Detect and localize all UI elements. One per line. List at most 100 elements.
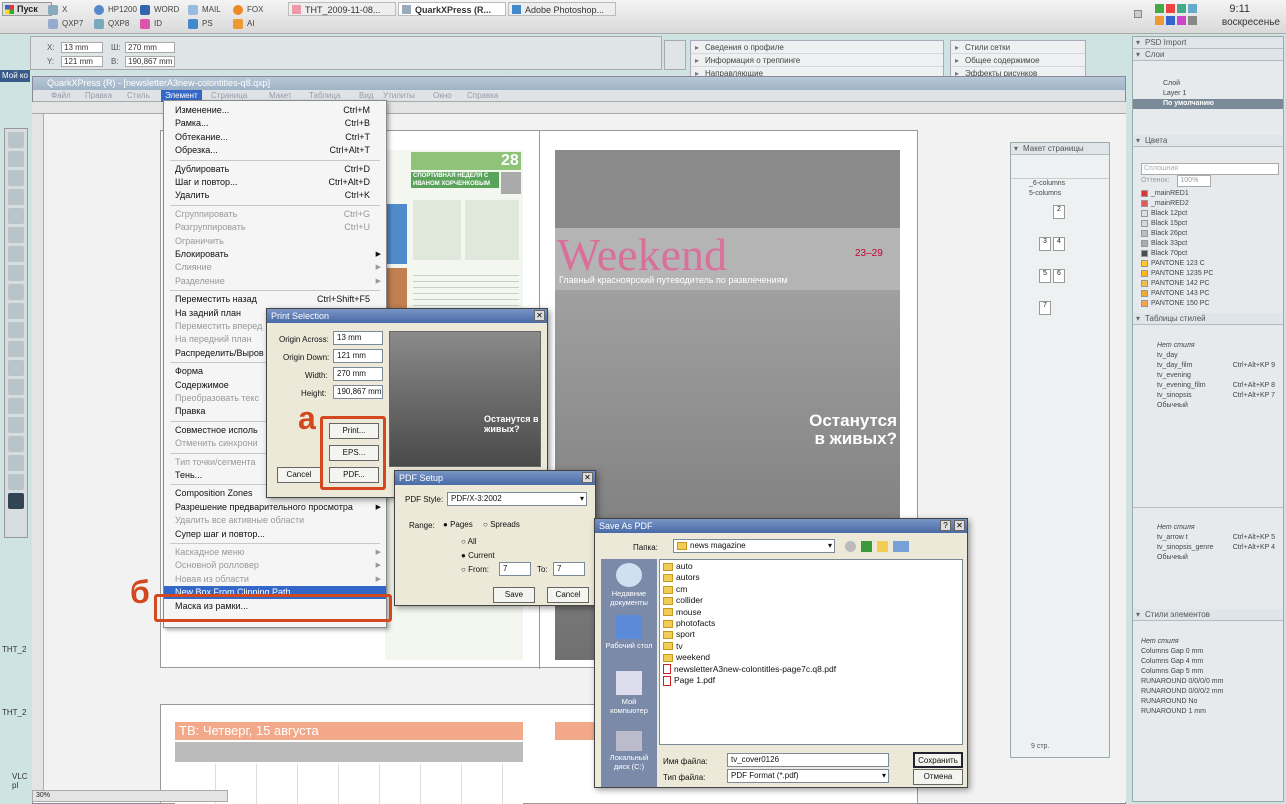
places-recent[interactable]: Недавние документы (603, 563, 655, 607)
oval-box-tool-icon[interactable] (8, 265, 24, 281)
style-row[interactable]: tv_sinopsis_genre Ctrl+Alt+KP 4 (1133, 543, 1283, 553)
page-thumb[interactable]: 5 (1039, 269, 1051, 283)
folder-item[interactable]: auto (663, 561, 959, 572)
menu-item[interactable]: Разделение ▶ (164, 275, 386, 288)
panel-title[interactable]: Макет страницы (1011, 143, 1109, 155)
colors-title[interactable]: Цвета (1133, 135, 1283, 147)
folder-item[interactable]: mouse (663, 607, 959, 618)
menu-item[interactable]: Обрезка... Ctrl+Alt+T (164, 144, 386, 157)
tray-icon[interactable] (1166, 4, 1175, 13)
master-page[interactable]: _6-columns (1011, 179, 1109, 189)
task-photoshop[interactable]: Adobe Photoshop... (508, 2, 616, 16)
file-item[interactable]: Page 1.pdf (663, 675, 959, 686)
color-row[interactable]: PANTONE 150 PC (1133, 299, 1283, 309)
item-style-row[interactable]: RUNAROUND 1 mm (1133, 707, 1283, 717)
tray-icon[interactable] (1155, 16, 1164, 25)
quick-launch-ps[interactable]: PS (188, 17, 213, 31)
places-desktop[interactable]: Рабочий стол (603, 615, 655, 650)
origin-across-field[interactable]: 13 mm (333, 331, 383, 345)
item-tool-icon[interactable] (8, 132, 24, 148)
rect-box-tool-icon[interactable] (8, 246, 24, 262)
style-row[interactable]: Обычный (1133, 553, 1283, 563)
dialog-title[interactable]: Print Selection ✕ (267, 309, 547, 323)
style-row[interactable]: tv_evening (1133, 371, 1283, 381)
menu-item[interactable]: Разгруппировать Ctrl+U (164, 221, 386, 234)
tint-field[interactable]: 100% (1177, 175, 1212, 187)
quick-launch-ai[interactable]: AI (233, 17, 255, 31)
tray-menu-icon[interactable] (1134, 10, 1142, 18)
close-icon[interactable]: ✕ (582, 472, 593, 483)
bezier-tool-icon[interactable] (8, 284, 24, 300)
folder-item[interactable]: sport (663, 629, 959, 640)
fill-type-select[interactable]: Сплошная (1141, 163, 1279, 175)
dropdown-arrow-icon[interactable]: ▾ (580, 493, 584, 505)
style-row[interactable]: Нет стиля (1133, 341, 1283, 351)
menu-help[interactable]: Справка (467, 90, 498, 102)
desktop-file-label[interactable]: THT_2 (2, 708, 26, 717)
master-page[interactable]: 5-columns (1011, 189, 1109, 199)
color-row[interactable]: _mainRED2 (1133, 199, 1283, 209)
menu-item[interactable]: Основной ролловер ▶ (164, 559, 386, 572)
menu-item[interactable]: Дублировать Ctrl+D (164, 163, 386, 176)
item-style-row[interactable]: RUNAROUND 0/0/0/2 mm (1133, 687, 1283, 697)
zoom-tool-icon[interactable] (8, 208, 24, 224)
item-style-row[interactable]: RUNAROUND No (1133, 697, 1283, 707)
task-quark[interactable]: QuarkXPress (R... (398, 2, 506, 16)
quick-launch-x[interactable]: X (48, 3, 67, 17)
menu-utilities[interactable]: Утилиты (383, 90, 415, 102)
my-computer-label[interactable]: Мой ко (0, 70, 30, 82)
menu-item[interactable]: Переместить назад Ctrl+Shift+F5 (164, 293, 386, 306)
style-row[interactable]: tv_evening_film Ctrl+Alt+KP 8 (1133, 381, 1283, 391)
rotate-tool-icon[interactable] (8, 189, 24, 205)
page-thumb[interactable]: 7 (1039, 301, 1051, 315)
item-style-row[interactable]: RUNAROUND 0/0/0/0 mm (1133, 677, 1283, 687)
task-tht[interactable]: THT_2009-11-08... (288, 2, 396, 16)
line-tool-icon[interactable] (8, 303, 24, 319)
unlink-tool-icon[interactable] (8, 379, 24, 395)
hand-tool-icon[interactable] (8, 417, 24, 433)
style-row[interactable]: Нет стиля (1133, 523, 1283, 533)
menu-item[interactable]: Шаг и повтор... Ctrl+Alt+D (164, 176, 386, 189)
style-row[interactable]: tv_day (1133, 351, 1283, 361)
item-style-row[interactable]: Columns Gap 4 mm (1133, 657, 1283, 667)
color-row[interactable]: _mainRED1 (1133, 189, 1283, 199)
psd-import-title[interactable]: PSD Import (1133, 37, 1283, 49)
menu-item[interactable]: Обтекание... Ctrl+T (164, 131, 386, 144)
dialog-title[interactable]: PDF Setup ✕ (395, 471, 595, 485)
filename-field[interactable]: tv_cover0126 (727, 753, 889, 767)
menu-item[interactable]: Супер шаг и повтор... (164, 528, 386, 541)
menu-item[interactable]: Сгруппировать Ctrl+G (164, 208, 386, 221)
places-local-disk[interactable]: Локальный диск (C:) (603, 731, 655, 771)
table-tool-icon[interactable] (8, 341, 24, 357)
y-field[interactable]: 121 mm (61, 56, 103, 67)
pdf-style-select[interactable]: PDF/X-3:2002 ▾ (447, 492, 587, 506)
save-button[interactable]: Save (493, 587, 535, 603)
item-style-row[interactable]: Columns Gap 0 mm (1133, 647, 1283, 657)
desktop-file-label[interactable]: THT_2 (2, 645, 26, 654)
folder-item[interactable]: weekend (663, 652, 959, 663)
color-row[interactable]: Black 26pct (1133, 229, 1283, 239)
close-icon[interactable]: ✕ (534, 310, 545, 321)
menu-style[interactable]: Стиль (127, 90, 150, 102)
to-field[interactable]: 7 (553, 562, 585, 576)
color-row[interactable]: Black 15pct (1133, 219, 1283, 229)
link-tool-icon[interactable] (8, 360, 24, 376)
cancel-button[interactable]: Отмена (913, 769, 963, 785)
from-field[interactable]: 7 (499, 562, 531, 576)
folder-item[interactable]: tv (663, 641, 959, 652)
butterfly-icon[interactable] (664, 40, 686, 70)
color-row[interactable]: Black 33pct (1133, 239, 1283, 249)
palette-row[interactable]: Информация о треппинге (691, 54, 943, 67)
menu-item[interactable]: Разрешение предварительного просмотра ▶ (164, 501, 386, 514)
pages-radio[interactable]: ● Pages (443, 520, 473, 529)
style-row[interactable]: tv_day_film Ctrl+Alt+KP 9 (1133, 361, 1283, 371)
current-radio[interactable]: ● Current (461, 551, 495, 560)
volume-icon[interactable] (1188, 16, 1197, 25)
quick-launch-hp[interactable]: HP1200 (94, 3, 137, 17)
text-tool-icon[interactable] (8, 170, 24, 186)
menu-item[interactable]: Каскадное меню ▶ (164, 546, 386, 559)
layer-row-selected[interactable]: По умолчанию (1133, 99, 1283, 109)
menu-window[interactable]: Окно (433, 90, 452, 102)
menu-edit[interactable]: Правка (85, 90, 112, 102)
color-row[interactable]: Black 12pct (1133, 209, 1283, 219)
